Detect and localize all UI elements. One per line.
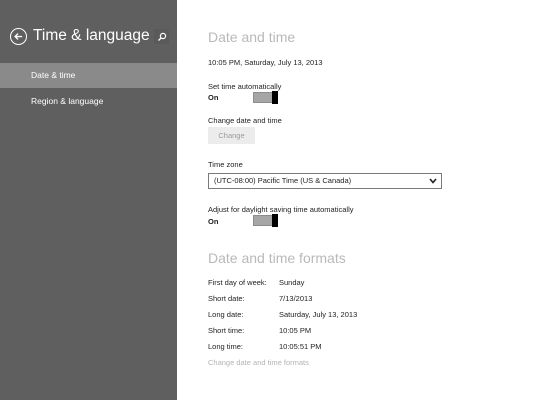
- sidebar-item-date-time[interactable]: Date & time: [0, 63, 177, 88]
- set-time-auto-toggle[interactable]: [253, 91, 278, 104]
- change-button[interactable]: Change: [208, 127, 255, 144]
- sidebar: Time & language Date & time Region & lan…: [0, 0, 177, 400]
- main-content: Date and time 10:05 PM, Saturday, July 1…: [177, 0, 533, 400]
- search-icon: [157, 32, 166, 41]
- sidebar-header: Time & language: [0, 0, 177, 62]
- timezone-select[interactable]: (UTC-08:00) Pacific Time (US & Canada): [208, 173, 442, 189]
- dst-toggle[interactable]: [253, 214, 278, 227]
- format-label-short-date: Short date:: [208, 294, 245, 303]
- toggle-thumb: [272, 214, 278, 227]
- sidebar-title: Time & language: [33, 27, 150, 44]
- format-label-first-day: First day of week:: [208, 278, 267, 287]
- formats-heading: Date and time formats: [208, 250, 346, 266]
- back-arrow-icon: [14, 33, 23, 40]
- change-formats-link[interactable]: Change date and time formats: [208, 358, 309, 367]
- dst-label: Adjust for daylight saving time automati…: [208, 205, 354, 214]
- format-label-long-date: Long date:: [208, 310, 244, 319]
- change-date-time-label: Change date and time: [208, 116, 282, 125]
- date-time-heading: Date and time: [208, 29, 296, 45]
- set-time-auto-label: Set time automatically: [208, 82, 282, 91]
- format-value-long-time: 10:05:51 PM: [279, 342, 322, 351]
- timezone-label: Time zone: [208, 160, 243, 169]
- format-label-short-time: Short time:: [208, 326, 245, 335]
- format-label-long-time: Long time:: [208, 342, 244, 351]
- back-button[interactable]: [10, 28, 27, 45]
- sidebar-item-region-language[interactable]: Region & language: [0, 89, 177, 114]
- toggle-thumb: [272, 91, 278, 104]
- set-time-auto-state: On: [208, 93, 219, 102]
- format-value-long-date: Saturday, July 13, 2013: [279, 310, 358, 319]
- dst-state: On: [208, 217, 219, 226]
- chevron-down-icon: [429, 178, 437, 184]
- timezone-value: (UTC-08:00) Pacific Time (US & Canada): [214, 176, 352, 185]
- search-button[interactable]: [154, 29, 169, 44]
- format-value-first-day: Sunday: [279, 278, 305, 287]
- format-value-short-date: 7/13/2013: [279, 294, 313, 303]
- format-value-short-time: 10:05 PM: [279, 326, 312, 335]
- current-datetime: 10:05 PM, Saturday, July 13, 2013: [208, 58, 323, 67]
